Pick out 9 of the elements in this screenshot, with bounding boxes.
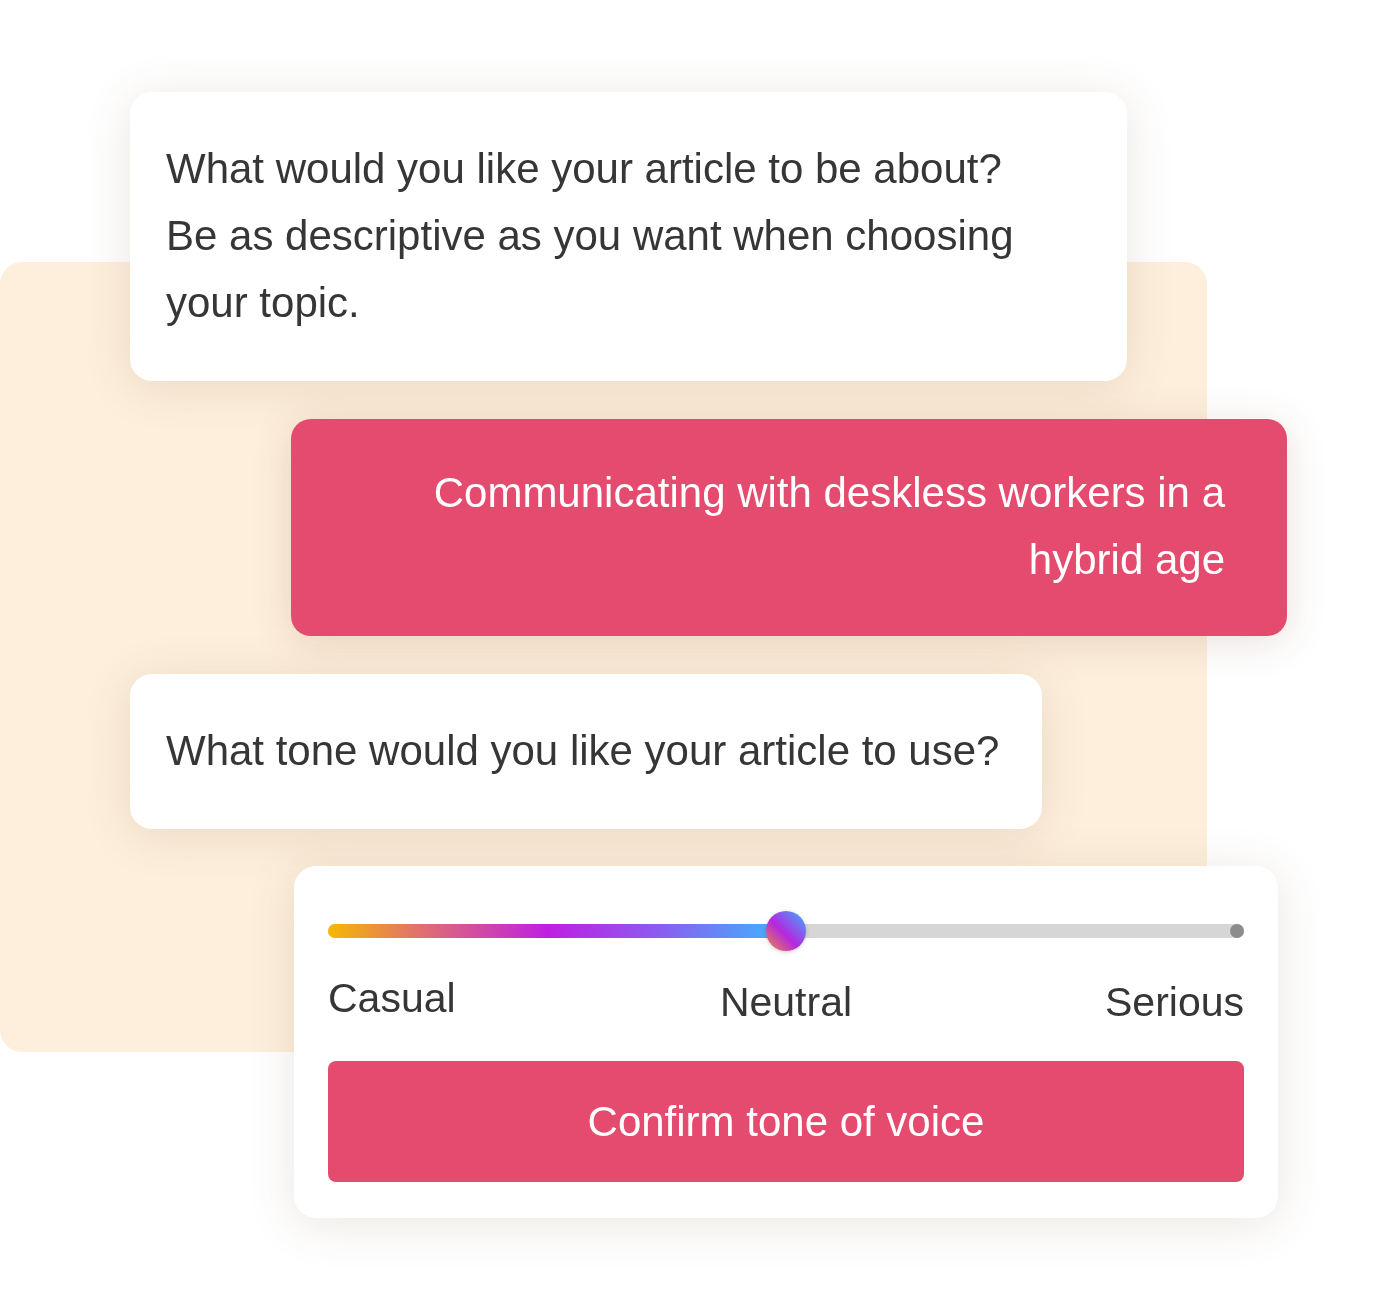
question-text: What would you like your article to be about? Be as descriptive as you want when choosing your topic. (166, 144, 1015, 328)
question-text: What tone would you like your article to use? (166, 726, 1001, 776)
scale-label: Casual (328, 974, 457, 1023)
scale-label: Serious (1104, 978, 1244, 1026)
scale-label: Neutral (718, 978, 854, 1026)
slider-thumb[interactable] (766, 911, 806, 951)
answer-text: Communicating with deskless workers in a hybrid age (432, 468, 1225, 585)
tone-slider[interactable] (328, 911, 1244, 951)
confirm-button[interactable]: Confirm tone of voice (328, 1061, 1244, 1182)
